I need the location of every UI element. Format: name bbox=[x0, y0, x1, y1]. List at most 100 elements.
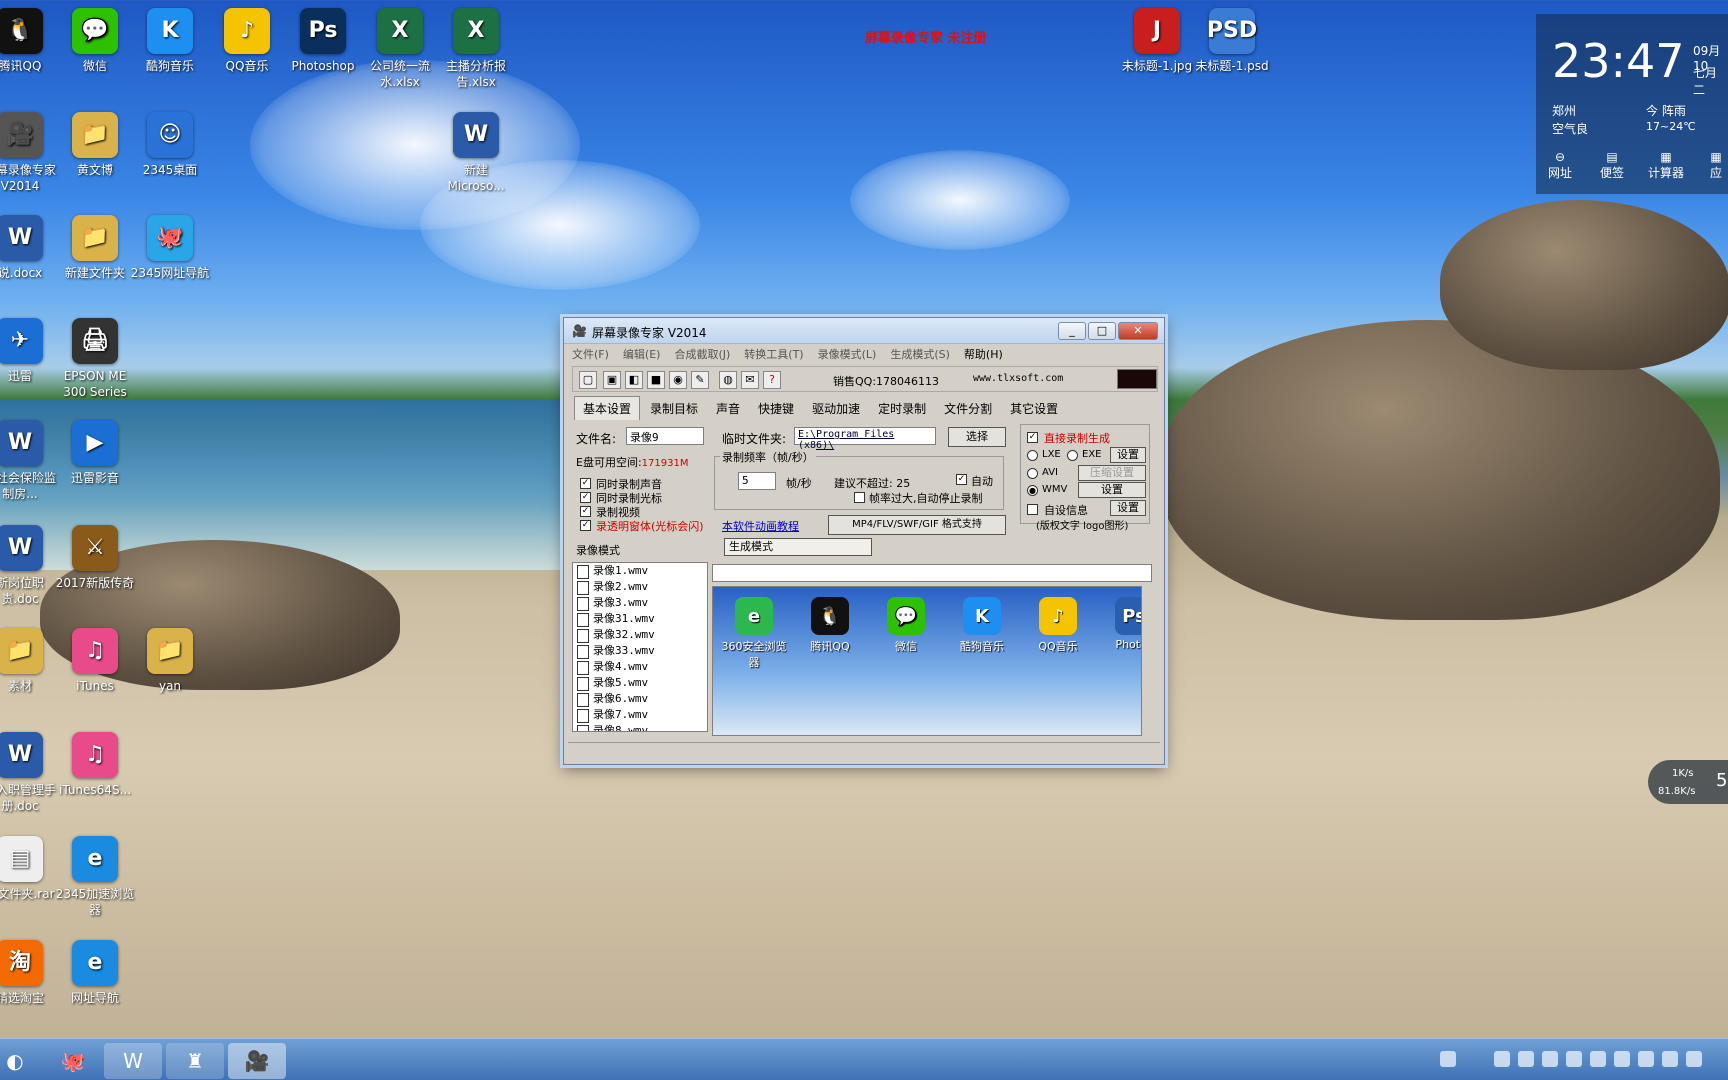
desktop-icon[interactable]: 🐙 2345网址导航 bbox=[130, 215, 210, 281]
recording-file-list[interactable]: 录像1.wmv 录像2.wmv 录像3.wmv 录像31.wmv 录像32.wmv 录像3… bbox=[572, 562, 708, 732]
tray-volume-icon[interactable] bbox=[1662, 1051, 1678, 1067]
desktop-icon[interactable]: 📁 新建文件夹 bbox=[55, 215, 135, 281]
tutorial-link[interactable]: 本软件动画教程 bbox=[722, 518, 799, 534]
menu-item[interactable]: 编辑(E) bbox=[623, 348, 661, 361]
desktop-icon[interactable]: 📁 黄文博 bbox=[55, 112, 135, 178]
tools-icon[interactable]: ✎ bbox=[691, 371, 709, 389]
desktop-icon[interactable]: W 人入职管理手册.doc bbox=[0, 732, 60, 814]
desktop-icon[interactable]: PSD 未标题-1.psd bbox=[1192, 8, 1272, 74]
desktop-icon[interactable]: ⚔ 2017新版传奇 bbox=[55, 525, 135, 591]
menu-item[interactable]: 录像模式(L) bbox=[818, 348, 877, 361]
widget-notes-button[interactable]: ▤ 便签 bbox=[1592, 150, 1632, 181]
desktop-icon[interactable]: ✈ 迅雷 bbox=[0, 318, 60, 384]
list-item[interactable]: 录像2.wmv bbox=[573, 579, 707, 595]
desktop-icon[interactable]: W 新建Microso... bbox=[436, 112, 516, 194]
desktop-icon[interactable]: e 2345加速浏览器 bbox=[55, 836, 135, 918]
tray-network-icon[interactable] bbox=[1638, 1051, 1654, 1067]
list-item[interactable]: 录像33.wmv bbox=[573, 643, 707, 659]
record-cursor-checkbox[interactable]: ✓ bbox=[580, 492, 591, 503]
desktop-icon[interactable]: J 未标题-1.jpg bbox=[1117, 8, 1197, 74]
compress-settings-button[interactable]: 压缩设置 bbox=[1078, 465, 1146, 481]
desktop-icon[interactable]: X 公司统一流水.xlsx bbox=[360, 8, 440, 90]
taskbar-word-icon[interactable]: W bbox=[104, 1043, 162, 1079]
menu-item[interactable]: 合成截取(J) bbox=[674, 348, 730, 361]
desktop-icon[interactable]: 淘精选淘宝 bbox=[0, 940, 60, 1006]
tempdir-input[interactable]: E:\Program Files (x86)\ bbox=[794, 427, 936, 451]
widget-url-button[interactable]: ⊖ 网址 bbox=[1540, 150, 1580, 181]
desktop-icon[interactable]: ▶ 迅雷影音 bbox=[55, 420, 135, 486]
desktop-icon[interactable]: 🖨 EPSON ME 300 Series bbox=[55, 318, 135, 400]
tray-shield-icon[interactable] bbox=[1542, 1051, 1558, 1067]
tab[interactable]: 录制目标 bbox=[642, 397, 706, 420]
gen-mode-button[interactable]: 生成模式 bbox=[724, 538, 872, 556]
direct-gen-checkbox[interactable]: ✓ bbox=[1027, 432, 1038, 443]
frame-rate-input[interactable]: 5 bbox=[738, 472, 776, 490]
start-button[interactable]: ◐ bbox=[0, 1043, 30, 1079]
desktop-icon[interactable]: 🐧 腾讯QQ bbox=[0, 8, 60, 74]
stop-icon[interactable]: ■ bbox=[647, 371, 665, 389]
desktop-icon[interactable]: W 说.docx bbox=[0, 215, 60, 281]
mail-icon[interactable]: ✉ bbox=[741, 371, 759, 389]
tab[interactable]: 文件分割 bbox=[936, 397, 1000, 420]
tray-flag-icon[interactable] bbox=[1614, 1051, 1630, 1067]
desktop-icon[interactable]: 📁 素材 bbox=[0, 628, 60, 694]
menu-item[interactable]: 帮助(H) bbox=[964, 348, 1003, 361]
minimize-button[interactable]: _ bbox=[1058, 322, 1086, 340]
tab[interactable]: 其它设置 bbox=[1002, 397, 1066, 420]
tray-icon[interactable] bbox=[1518, 1051, 1534, 1067]
widget-app-button[interactable]: ▦ 应 bbox=[1696, 150, 1728, 181]
list-item[interactable]: 录像6.wmv bbox=[573, 691, 707, 707]
camera-icon[interactable]: ◉ bbox=[669, 371, 687, 389]
taskbar-2345-icon[interactable]: 🐙 bbox=[44, 1043, 102, 1079]
tab[interactable]: 定时录制 bbox=[870, 397, 934, 420]
title-bar[interactable]: 🎥 屏幕录像专家 V2014 _ □ ✕ bbox=[564, 318, 1164, 344]
widget-calc-button[interactable]: ▦ 计算器 bbox=[1646, 150, 1686, 181]
tray-icon[interactable] bbox=[1566, 1051, 1582, 1067]
desktop-icon[interactable]: 💬 微信 bbox=[55, 8, 135, 74]
record-audio-checkbox[interactable]: ✓ bbox=[580, 478, 591, 489]
tray-icon[interactable] bbox=[1494, 1051, 1510, 1067]
desktop-icon[interactable]: 🎥 屏幕录像专家V2014 bbox=[0, 112, 60, 194]
filename-input[interactable]: 录像9 bbox=[626, 427, 704, 445]
auto-stop-checkbox[interactable] bbox=[854, 492, 865, 503]
globe-icon[interactable]: ◍ bbox=[719, 371, 737, 389]
settings-button-3[interactable]: 设置 bbox=[1110, 500, 1146, 516]
list-item[interactable]: 录像8.wmv bbox=[573, 723, 707, 731]
auto-checkbox[interactable]: ✓ bbox=[956, 474, 967, 485]
record-icon[interactable]: ▣ bbox=[603, 371, 621, 389]
new-icon[interactable]: ▢ bbox=[579, 371, 597, 389]
desktop-icon[interactable]: ♫ iTunes bbox=[55, 628, 135, 694]
desktop-icon[interactable]: ▤ 建文件夹.rar bbox=[0, 836, 60, 902]
settings-button-1[interactable]: 设置 bbox=[1110, 447, 1146, 463]
desktop-icon[interactable]: 📁 yan bbox=[130, 628, 210, 694]
settings-button-2[interactable]: 设置 bbox=[1078, 482, 1146, 498]
menu-item[interactable]: 生成模式(S) bbox=[890, 348, 950, 361]
taskbar-app-icon[interactable]: ♜ bbox=[166, 1043, 224, 1079]
list-item[interactable]: 录像31.wmv bbox=[573, 611, 707, 627]
taskbar-recorder-icon[interactable]: 🎥 bbox=[228, 1043, 286, 1079]
list-item[interactable]: 录像7.wmv bbox=[573, 707, 707, 723]
help-icon[interactable]: ? bbox=[763, 371, 781, 389]
custom-info-checkbox[interactable] bbox=[1027, 504, 1038, 515]
avi-radio[interactable] bbox=[1027, 468, 1038, 479]
menu-item[interactable]: 转换工具(T) bbox=[744, 348, 803, 361]
desktop-icon[interactable]: Ps Photoshop bbox=[283, 8, 363, 74]
list-item[interactable]: 录像5.wmv bbox=[573, 675, 707, 691]
desktop-icon[interactable]: ☺ 2345桌面 bbox=[130, 112, 210, 178]
net-speed-widget[interactable]: 1K/s 81.8K/s 5 bbox=[1648, 760, 1728, 804]
wmv-radio[interactable]: ● bbox=[1027, 485, 1038, 496]
desktop-icon[interactable]: ♪ QQ音乐 bbox=[207, 8, 287, 74]
tray-icon[interactable] bbox=[1686, 1051, 1702, 1067]
desktop-icon[interactable]: W 斯岗位职责.doc bbox=[0, 525, 60, 607]
close-button[interactable]: ✕ bbox=[1118, 322, 1158, 340]
maximize-button[interactable]: □ bbox=[1088, 322, 1116, 340]
desktop-icon[interactable]: K 酷狗音乐 bbox=[130, 8, 210, 74]
list-item[interactable]: 录像3.wmv bbox=[573, 595, 707, 611]
lxe-radio[interactable] bbox=[1027, 450, 1038, 461]
format-support-button[interactable]: MP4/FLV/SWF/GIF 格式支持 bbox=[828, 515, 1006, 535]
pause-icon[interactable]: ◧ bbox=[625, 371, 643, 389]
desktop-icon[interactable]: X 主播分析报告.xlsx bbox=[436, 8, 516, 90]
tray-icon[interactable] bbox=[1590, 1051, 1606, 1067]
choose-folder-button[interactable]: 选择 bbox=[948, 427, 1006, 447]
list-item[interactable]: 录像1.wmv bbox=[573, 563, 707, 579]
